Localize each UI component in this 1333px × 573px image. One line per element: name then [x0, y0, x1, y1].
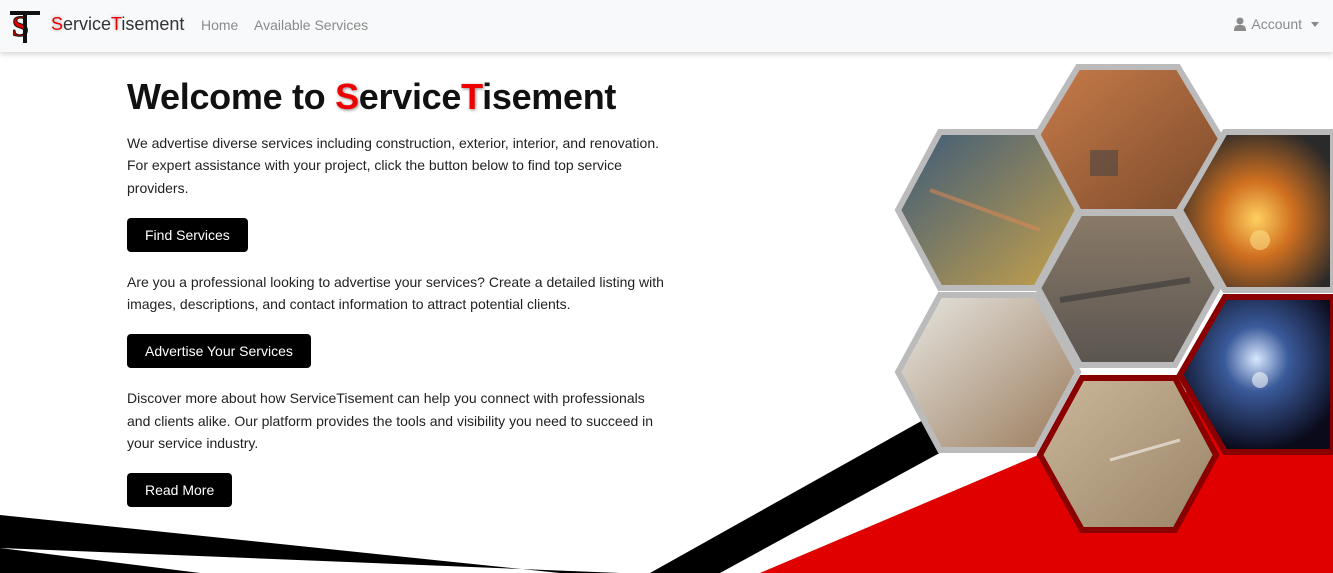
- brand-ervice: ervice: [63, 14, 112, 34]
- nav-home[interactable]: Home: [201, 17, 238, 33]
- title-ervice: ervice: [358, 76, 462, 117]
- hero-title: Welcome to ServiceTisement: [127, 76, 687, 118]
- read-more-button[interactable]: Read More: [127, 473, 233, 508]
- hero-section: Welcome to ServiceTisement We advertise …: [127, 70, 687, 508]
- account-dropdown[interactable]: Account: [1234, 16, 1319, 32]
- servicetisement-logo[interactable]: S: [10, 8, 40, 44]
- account-label: Account: [1251, 16, 1302, 32]
- find-services-button[interactable]: Find Services: [127, 217, 248, 252]
- navbar: S ServiceTisement Home Available Service…: [0, 0, 1333, 52]
- user-icon: [1234, 17, 1247, 31]
- title-prefix: Welcome to: [127, 76, 336, 117]
- advertise-services-button[interactable]: Advertise Your Services: [127, 334, 311, 369]
- brand-t: T: [111, 14, 122, 34]
- drill-ceiling-photo: [894, 292, 1082, 453]
- title-s: S: [335, 76, 359, 117]
- brand-isement: isement: [121, 14, 185, 34]
- discover-paragraph: Discover more about how ServiceTisement …: [127, 390, 654, 452]
- title-isement: isement: [482, 76, 617, 117]
- brand-s: S: [51, 14, 64, 34]
- hexagon-photo-gallery: [894, 64, 1333, 533]
- chevron-down-icon: [1311, 21, 1319, 27]
- nav-available-services[interactable]: Available Services: [254, 17, 368, 33]
- brand-name[interactable]: ServiceTisement: [51, 14, 184, 35]
- intro-paragraph: We advertise diverse services including …: [127, 135, 660, 196]
- title-t: T: [461, 76, 483, 117]
- advertise-paragraph: Are you a professional looking to advert…: [127, 273, 664, 313]
